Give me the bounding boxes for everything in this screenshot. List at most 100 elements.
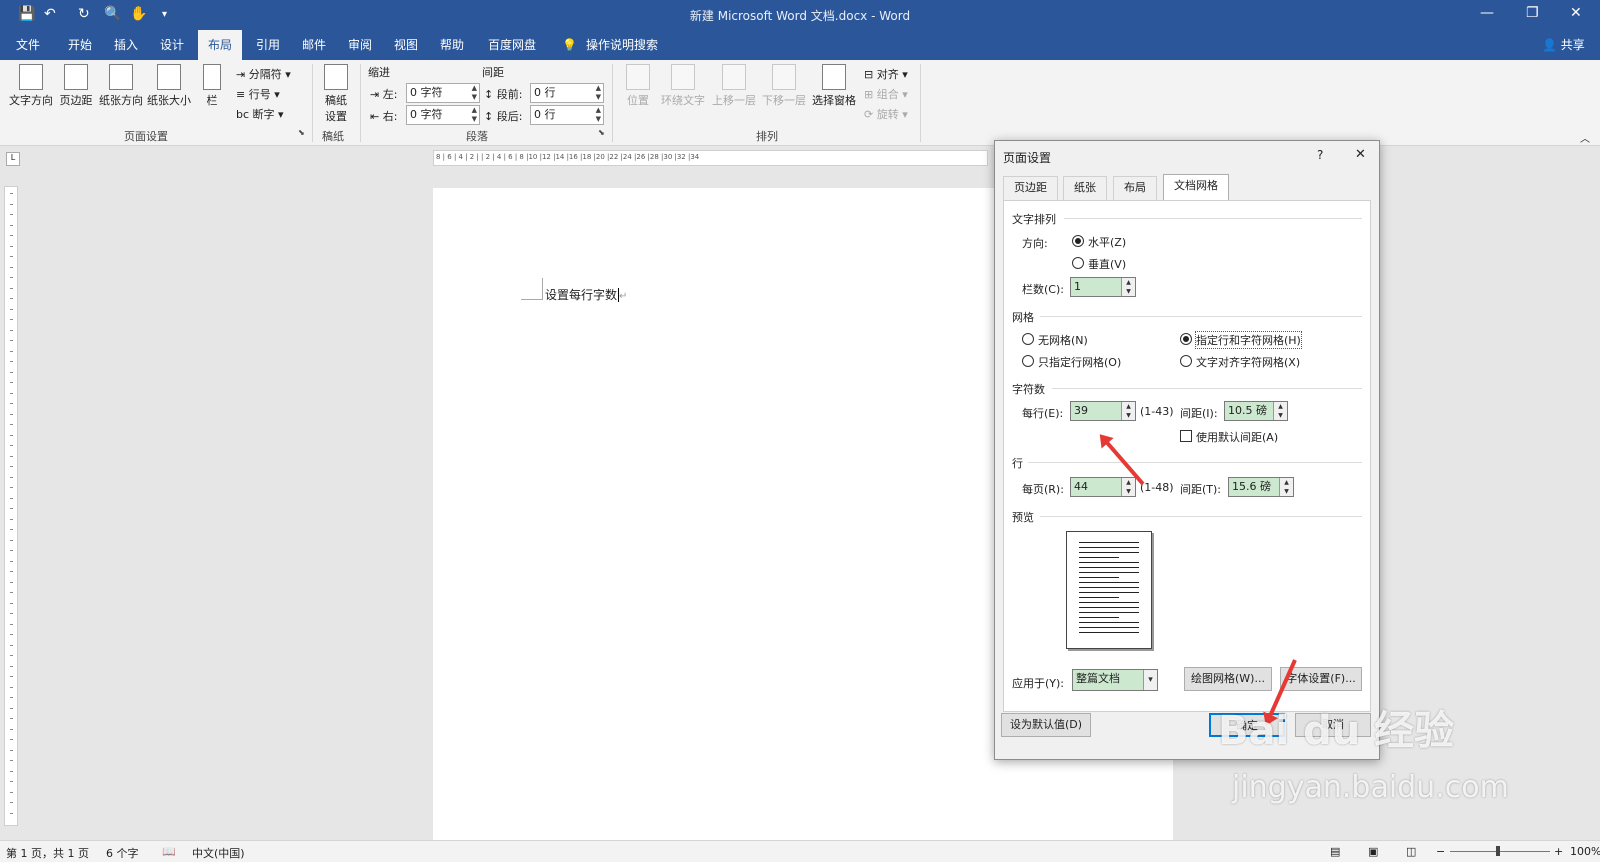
columns-input[interactable]: 1 ▲ ▼ [1070,277,1136,297]
group-separator [920,64,921,142]
space-before-icon: ↕ 段前: [484,88,523,101]
page-count[interactable]: 第 1 页，共 1 页 [6,845,89,861]
radio-lines-and-chars[interactable] [1180,333,1192,345]
radio-horizontal[interactable] [1072,235,1084,247]
spin-arrows-icon[interactable]: ▲ ▼ [596,84,601,102]
indent-right-input[interactable]: 0 字符 ▲ ▼ [406,105,480,125]
ruler-tick [10,361,13,362]
tab-insert[interactable]: 插入 [104,30,148,60]
apply-to-select[interactable]: 整篇文档 ▾ [1072,669,1158,691]
dialog-tab-margins[interactable]: 页边距 [1003,176,1058,200]
proofing-icon[interactable]: 📖 [162,845,176,858]
line-pitch-input[interactable]: 15.6 磅 ▲ ▼ [1228,477,1294,497]
ribbon-tab-bar: 文件 开始 插入 设计 布局 引用 邮件 审阅 视图 帮助 百度网盘 💡 操作说… [0,30,1600,60]
zoom-level[interactable]: 100% [1570,845,1600,858]
position-button[interactable]: 位置 [620,64,656,108]
radio-snap-chars[interactable] [1180,355,1192,367]
web-layout-icon[interactable]: ◫ [1406,845,1416,858]
zoom-in-icon[interactable]: + [1554,845,1563,858]
chevron-down-icon[interactable]: ▾ [1143,670,1157,690]
group-objects-label: 组合 [876,88,899,101]
ruler-tick [10,697,13,698]
tab-view[interactable]: 视图 [384,30,428,60]
lines-per-page-input[interactable]: 44 ▲ ▼ [1070,477,1136,497]
spin-arrows-icon[interactable]: ▲ ▼ [1121,478,1135,496]
read-mode-icon[interactable]: ▤ [1330,845,1340,858]
text-direction-button[interactable]: 文字方向 [8,64,54,108]
space-before-input[interactable]: 0 行 ▲ ▼ [530,83,604,103]
tab-mailings[interactable]: 邮件 [292,30,336,60]
restore-icon[interactable]: ❐ [1526,5,1539,21]
close-icon[interactable]: ✕ [1355,147,1366,162]
char-pitch-input[interactable]: 10.5 磅 ▲ ▼ [1224,401,1288,421]
group-objects-button[interactable]: ⊞ 组合 ▾ [864,86,908,102]
tab-references[interactable]: 引用 [246,30,290,60]
group-page-setup: 页面设置 [124,130,168,143]
share-button[interactable]: 👤 共享 [1532,30,1595,60]
orientation-button[interactable]: 纸张方向 [98,64,144,108]
send-backward-button[interactable]: 下移一层 [760,64,808,108]
radio-lines-only[interactable] [1022,355,1034,367]
bring-forward-button[interactable]: 上移一层 [710,64,758,108]
status-bar: 第 1 页，共 1 页 6 个字 📖 中文(中国) ▤ ▣ ◫ − + 100% [0,840,1600,862]
margins-button[interactable]: 页边距 [56,64,96,108]
set-default-button[interactable]: 设为默认值(D) [1001,713,1091,737]
zoom-slider[interactable] [1450,851,1550,852]
rotate-button[interactable]: ⟳ 旋转 ▾ [864,106,908,122]
window-title: 新建 Microsoft Word 文档.docx - Word [689,9,911,23]
tab-home[interactable]: 开始 [58,30,102,60]
dialog-tab-document-grid[interactable]: 文档网格 [1163,174,1229,200]
dialog-tab-layout[interactable]: 布局 [1113,176,1157,200]
spin-arrows-icon[interactable]: ▲ ▼ [472,84,477,102]
spin-arrows-icon[interactable]: ▲ ▼ [1273,402,1287,420]
collapse-ribbon-icon[interactable]: ︿ [1580,130,1590,145]
language-status[interactable]: 中文(中国) [192,845,245,861]
tab-help[interactable]: 帮助 [430,30,474,60]
space-after-input[interactable]: 0 行 ▲ ▼ [530,105,604,125]
hyphenation-button[interactable]: bc 断字 ▾ [236,106,284,122]
page-setup-launcher-icon[interactable]: ⬊ [298,128,305,137]
help-icon[interactable]: ? [1317,148,1323,162]
align-button[interactable]: ⊟ 对齐 ▾ [864,66,908,82]
rotate-label: 旋转 [876,108,899,121]
tab-selector-icon[interactable]: L [6,152,20,166]
paragraph-launcher-icon[interactable]: ⬊ [598,128,605,137]
columns-icon [203,64,221,90]
spin-arrows-icon[interactable]: ▲ ▼ [472,106,477,124]
spin-arrows-icon[interactable]: ▲ ▼ [1279,478,1293,496]
minimize-icon[interactable]: — [1480,5,1494,21]
tab-design[interactable]: 设计 [150,30,194,60]
radio-vertical[interactable] [1072,257,1084,269]
selection-pane-button[interactable]: 选择窗格 [810,64,858,108]
word-count[interactable]: 6 个字 [106,845,139,861]
dialog-tab-paper[interactable]: 纸张 [1063,176,1107,200]
ruler-tick [10,403,13,404]
tab-review[interactable]: 审阅 [338,30,382,60]
close-window-icon[interactable]: ✕ [1570,5,1582,21]
default-pitch-checkbox[interactable] [1180,430,1192,442]
indent-left-input[interactable]: 0 字符 ▲ ▼ [406,83,480,103]
breaks-button[interactable]: ⇥ 分隔符 ▾ [236,66,291,82]
radio-no-grid[interactable] [1022,333,1034,345]
tell-me-search[interactable]: 操作说明搜索 [576,30,668,60]
document-text[interactable]: 设置每行字数 ↵ [545,286,627,303]
size-button[interactable]: 纸张大小 [146,64,192,108]
line-numbers-button[interactable]: ≡ 行号 ▾ [236,86,280,102]
wrap-text-button[interactable]: 环绕文字 [658,64,708,108]
spin-arrows-icon[interactable]: ▲ ▼ [596,106,601,124]
spin-arrows-icon[interactable]: ▲ ▼ [1121,402,1135,420]
line-numbers-label: 行号 [248,88,271,101]
chars-per-line-input[interactable]: 39 ▲ ▼ [1070,401,1136,421]
spin-arrows-icon[interactable]: ▲ ▼ [1121,278,1135,296]
tab-file[interactable]: 文件 [6,30,50,60]
horizontal-ruler[interactable]: 8 | 6 | 4 | 2 | | 2 | 4 | 6 | 8 |10 |12 … [433,150,988,166]
zoom-out-icon[interactable]: − [1436,845,1445,858]
indent-label: 缩进 [368,66,390,79]
vertical-ruler[interactable] [4,186,18,826]
tab-layout[interactable]: 布局 [198,30,243,60]
tab-baidu-netdisk[interactable]: 百度网盘 [478,30,546,60]
columns-button[interactable]: 栏 [200,64,224,108]
zoom-thumb[interactable] [1496,846,1500,856]
print-layout-icon[interactable]: ▣ [1368,845,1378,858]
manuscript-settings-button[interactable]: 稿纸 设置 [318,64,354,124]
